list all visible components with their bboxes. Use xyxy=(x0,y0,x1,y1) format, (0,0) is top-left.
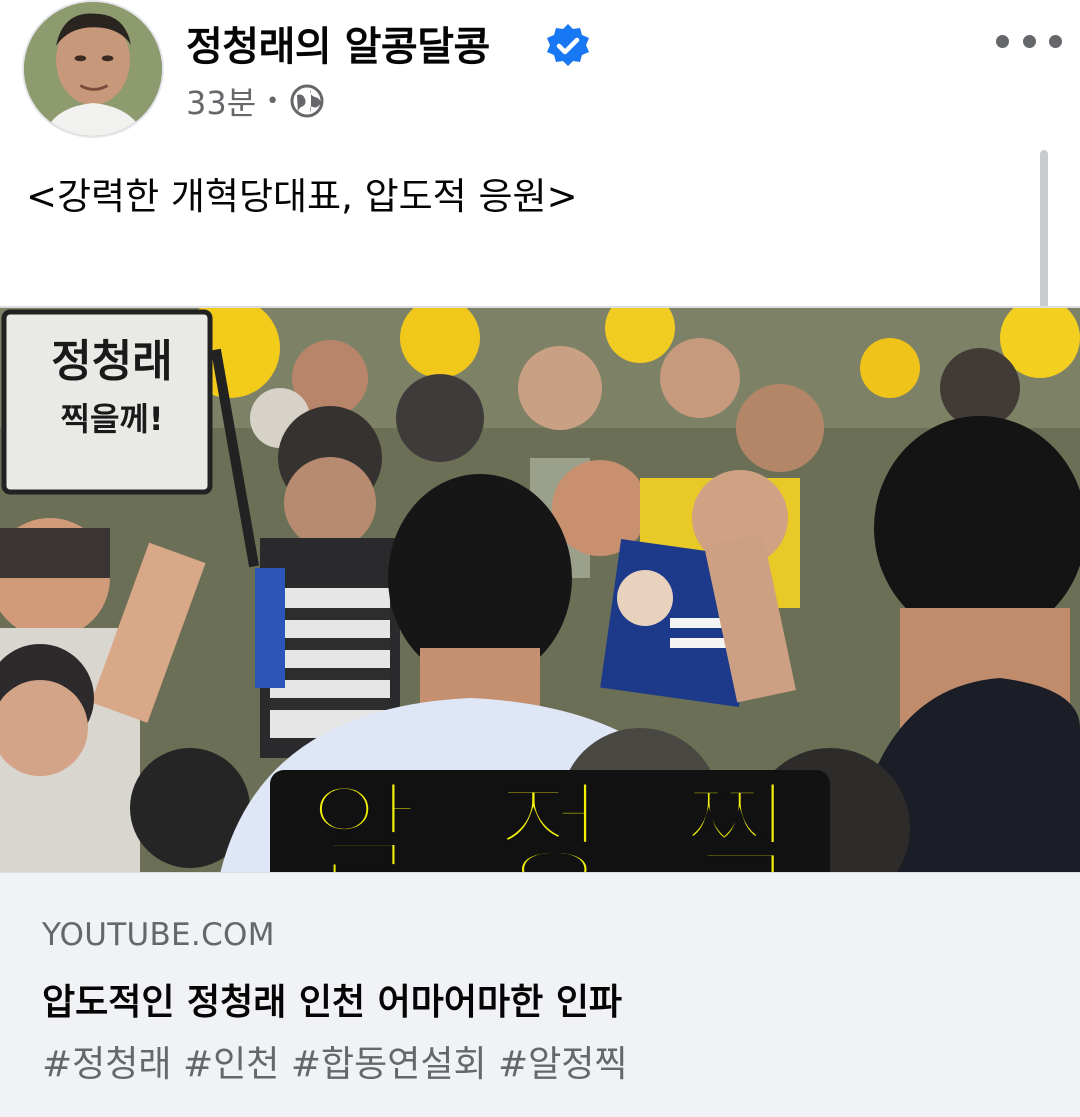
more-dot xyxy=(1022,34,1036,48)
post-text: <강력한 개혁당대표, 압도적 응원> xyxy=(26,175,578,218)
more-dot xyxy=(996,34,1009,48)
crowd-sign: 정청래 찍을께! xyxy=(14,336,210,498)
sign-sub-text: 찍을께! xyxy=(60,400,164,439)
more-options-icon[interactable] xyxy=(996,26,1062,56)
sign-main-text: 정청래 xyxy=(51,336,173,387)
link-title[interactable]: 압도적인 정청래 인천 어마어마한 인파 xyxy=(42,973,622,1025)
avatar-photo xyxy=(24,2,162,136)
link-domain: YOUTUBE.COM xyxy=(42,917,275,953)
meta-separator: • xyxy=(266,88,280,114)
link-preview[interactable]: YOUTUBE.COM 압도적인 정청래 인천 어마어마한 인파 #정청래 #인… xyxy=(0,872,1080,1117)
post-time[interactable]: 33분 xyxy=(186,78,256,124)
facebook-post: 정청래의 알콩달콩 33분 • <강력한 개혁당대표, 압도적 응원> 정청래 … xyxy=(0,0,1080,1117)
link-description: #정청래 #인천 #합동연설회 #알정찍 xyxy=(42,1044,628,1085)
post-meta: 33분 • xyxy=(186,80,325,122)
more-dot xyxy=(1049,34,1062,48)
overlay-char: 찍 xyxy=(679,770,793,873)
overlay-char: 정 xyxy=(493,770,607,873)
overlay-char: 알 xyxy=(306,770,420,873)
author-name[interactable]: 정청래의 알콩달콩 xyxy=(186,14,490,72)
globe-icon xyxy=(290,84,324,118)
video-thumbnail[interactable]: 정청래 찍을께! 알 정 찍 xyxy=(0,306,1080,872)
verified-badge-icon xyxy=(547,24,589,66)
thumbnail-overlay-text: 알 정 찍 xyxy=(270,770,830,872)
author-avatar[interactable] xyxy=(22,0,164,138)
